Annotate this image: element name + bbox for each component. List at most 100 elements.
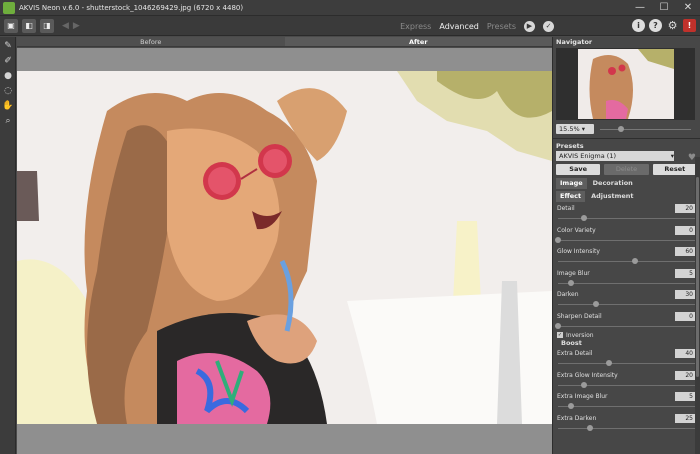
neon-photo <box>17 71 552 424</box>
param-label: Sharpen Detail <box>557 312 602 320</box>
tab-decoration[interactable]: Decoration <box>589 178 637 189</box>
param-label: Detail <box>557 205 575 212</box>
inversion-checkbox-row[interactable]: ✓ Inversion <box>557 331 697 339</box>
panel-scrollbar[interactable] <box>695 157 700 454</box>
param-value-field[interactable]: 25 <box>675 413 695 423</box>
lasso-icon[interactable]: ◌ <box>2 85 14 97</box>
param-value-field[interactable]: 60 <box>675 247 695 256</box>
param-slider[interactable] <box>558 363 695 364</box>
param-value-field[interactable]: 20 <box>675 204 695 213</box>
tab-effect[interactable]: Effect <box>556 191 586 202</box>
param-value-field[interactable]: 0 <box>675 311 695 321</box>
param-extra-image-blur: Extra Image Blur 5 <box>556 390 697 412</box>
param-slider-knob[interactable] <box>567 403 574 409</box>
param-slider-knob[interactable] <box>567 279 574 286</box>
param-slider-knob[interactable] <box>587 424 593 431</box>
close-button[interactable]: ✕ <box>676 0 700 16</box>
param-value-field[interactable]: 40 <box>675 349 695 358</box>
app-logo-icon <box>3 1 15 14</box>
preset-dropdown[interactable]: AKVIS Enigma (1) ▾ <box>556 151 674 161</box>
settings-panel: Navigator 15.5% ▾ Presets AKVIS Enigma (… <box>552 37 700 454</box>
param-color-variety: Color Variety 0 <box>555 224 697 246</box>
param-extra-detail: Extra Detail 40 <box>556 347 697 369</box>
zoom-slider-knob[interactable] <box>618 125 625 132</box>
info-icon[interactable]: i <box>632 19 645 32</box>
save-preset-button[interactable]: Save <box>556 164 601 175</box>
inversion-checkbox[interactable]: ✓ <box>557 332 563 338</box>
param-slider[interactable] <box>558 406 695 407</box>
param-slider-knob[interactable] <box>580 215 587 221</box>
presets-title: Presets <box>556 142 584 150</box>
param-label: Color Variety <box>557 226 596 234</box>
param-label: Darken <box>557 291 579 298</box>
param-slider[interactable] <box>558 239 695 241</box>
zoom-slider[interactable] <box>600 125 691 132</box>
zoom-select[interactable]: 15.5% ▾ <box>556 124 594 134</box>
image-area[interactable] <box>17 48 552 454</box>
param-slider-knob[interactable] <box>555 322 561 329</box>
param-image-blur: Image Blur 5 <box>556 267 697 289</box>
param-slider-knob[interactable] <box>593 301 600 307</box>
mode-advanced[interactable]: Advanced <box>439 22 479 31</box>
param-value-field[interactable]: 20 <box>675 370 695 380</box>
param-slider[interactable] <box>558 325 695 327</box>
param-slider[interactable] <box>558 218 695 219</box>
settings-icon[interactable]: ⚙ <box>666 19 679 32</box>
effect-params: Detail 20 Color Variety 0 Glow Intensity 60 Im… <box>553 202 700 331</box>
navigator-preview[interactable] <box>556 48 695 120</box>
param-detail: Detail 20 <box>556 202 697 224</box>
hand-icon[interactable]: ✋ <box>2 100 14 112</box>
reset-preset-button[interactable]: Reset <box>652 164 697 175</box>
param-value-field[interactable]: 0 <box>675 225 695 235</box>
param-slider-knob[interactable] <box>606 360 613 366</box>
dropper-icon[interactable]: ● <box>2 70 14 82</box>
main-toolbar: ▣ ◧ ◨ ◀ ▶ Express Advanced Presets ▶ ✓ i… <box>0 16 700 36</box>
help-icon[interactable]: ? <box>649 19 662 32</box>
minimize-button[interactable]: — <box>628 0 652 16</box>
param-label: Extra Image Blur <box>557 393 608 400</box>
param-value-field[interactable]: 30 <box>675 290 695 299</box>
param-value-field[interactable]: 5 <box>675 268 695 278</box>
param-slider-knob[interactable] <box>631 258 638 264</box>
open-image-icon[interactable]: ▣ <box>4 18 18 33</box>
apply-icon[interactable]: ✓ <box>543 20 554 32</box>
redo-icon[interactable]: ▶ <box>73 21 80 31</box>
tab-after[interactable]: After <box>284 37 552 46</box>
param-slider-knob[interactable] <box>555 236 561 243</box>
mode-presets[interactable]: Presets <box>487 22 516 31</box>
maximize-button[interactable]: ☐ <box>652 0 676 16</box>
print-icon[interactable]: ◨ <box>40 18 54 33</box>
brush-icon[interactable]: ✎ <box>2 40 14 52</box>
zoom-value: 15.5% <box>559 125 580 133</box>
param-darken: Darken 30 <box>556 288 697 310</box>
param-slider[interactable] <box>558 427 695 429</box>
delete-preset-button[interactable]: Delete <box>604 164 649 175</box>
navigator-thumbnail[interactable] <box>577 49 674 119</box>
tab-before[interactable]: Before <box>17 37 285 46</box>
param-label: Extra Detail <box>557 350 593 357</box>
zoom-icon[interactable]: ⌕ <box>2 115 14 127</box>
param-extra-darken: Extra Darken 25 <box>556 412 697 434</box>
param-slider[interactable] <box>558 304 695 305</box>
mode-express[interactable]: Express <box>400 22 431 31</box>
tab-adjustment[interactable]: Adjustment <box>587 191 637 202</box>
param-slider-knob[interactable] <box>580 381 587 388</box>
param-slider[interactable] <box>558 282 695 284</box>
save-image-icon[interactable]: ◧ <box>22 18 36 33</box>
param-slider[interactable] <box>558 384 695 386</box>
scrollbar-thumb[interactable] <box>696 177 699 377</box>
tips-icon[interactable]: ! <box>683 19 696 32</box>
undo-icon[interactable]: ◀ <box>62 21 69 31</box>
preset-selected: AKVIS Enigma (1) <box>559 152 617 160</box>
param-label: Extra Glow Intensity <box>557 371 618 379</box>
param-slider[interactable] <box>558 261 695 262</box>
param-value-field[interactable]: 5 <box>675 392 695 401</box>
eraser-icon[interactable]: ✐ <box>2 55 14 67</box>
param-extra-glow-intensity: Extra Glow Intensity 20 <box>556 369 697 391</box>
tab-image[interactable]: Image <box>556 178 587 189</box>
image-canvas[interactable] <box>17 71 552 424</box>
param-label: Extra Darken <box>557 414 597 422</box>
boost-heading: Boost <box>561 339 582 347</box>
run-icon[interactable]: ▶ <box>524 20 535 32</box>
divider <box>553 138 700 139</box>
